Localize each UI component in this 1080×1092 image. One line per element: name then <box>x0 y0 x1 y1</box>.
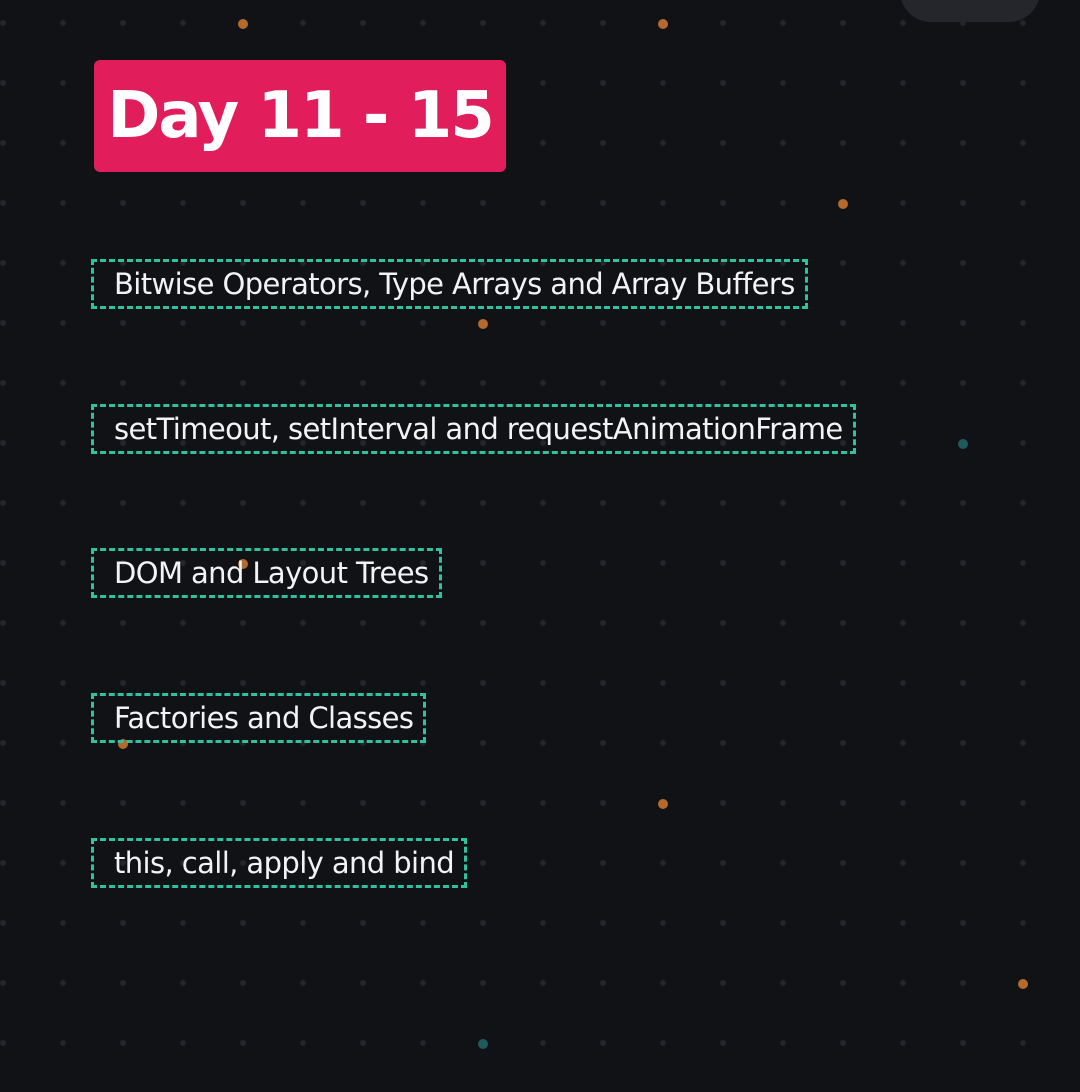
decorative-dot-orange <box>1018 979 1028 989</box>
decorative-dot-orange <box>658 19 668 29</box>
topic-item: setTimeout, setInterval and requestAnima… <box>91 404 856 454</box>
corner-pill-shape <box>900 0 1040 22</box>
decorative-dot-orange <box>838 199 848 209</box>
topic-label: setTimeout, setInterval and requestAnima… <box>114 411 843 446</box>
decorative-dot-teal <box>478 1039 488 1049</box>
topic-item: Bitwise Operators, Type Arrays and Array… <box>91 259 808 309</box>
title-badge: Day 11 - 15 <box>94 60 506 172</box>
topic-label: DOM and Layout Trees <box>114 555 429 590</box>
decorative-dot-orange <box>658 799 668 809</box>
page-title: Day 11 - 15 <box>107 79 495 153</box>
topic-label: Factories and Classes <box>114 700 414 735</box>
decorative-dot-teal <box>958 439 968 449</box>
topic-item: Factories and Classes <box>91 693 427 743</box>
topic-label: Bitwise Operators, Type Arrays and Array… <box>114 266 795 301</box>
topic-label: this, call, apply and bind <box>114 845 455 880</box>
topic-item: DOM and Layout Trees <box>91 548 442 598</box>
topic-item: this, call, apply and bind <box>91 838 468 888</box>
decorative-dot-orange <box>478 319 488 329</box>
decorative-dot-orange <box>238 19 248 29</box>
